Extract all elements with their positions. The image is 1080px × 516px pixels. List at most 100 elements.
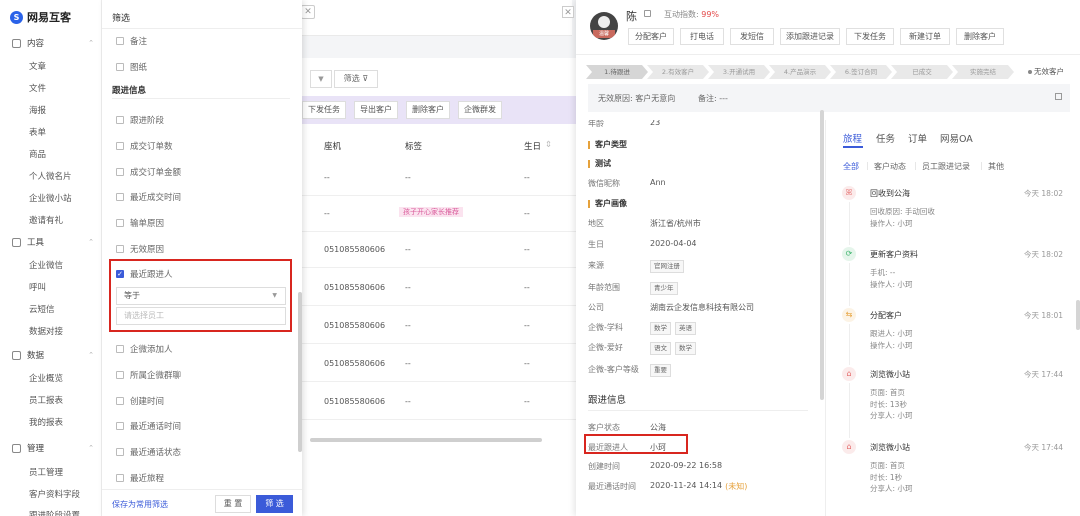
apply-filter-button[interactable]: 筛 选: [256, 495, 293, 513]
sidebar-item[interactable]: 企业概览: [29, 372, 63, 384]
info-value: 语文 数学: [650, 342, 700, 355]
tab-1[interactable]: 任务: [876, 131, 895, 145]
filter-option[interactable]: 输单原因: [116, 217, 164, 229]
sidebar-item[interactable]: 数据对接: [29, 325, 63, 337]
save-common-filter-link[interactable]: 保存为常用筛选: [112, 499, 168, 510]
highlight-box: [584, 434, 688, 454]
nav-group-0[interactable]: 内容 ⌃: [12, 37, 94, 49]
nav-group-3[interactable]: 管理 ⌃: [12, 442, 94, 454]
filter-option-label: 所属企微群聊: [130, 370, 182, 381]
bulk-action-button[interactable]: 企微群发: [458, 101, 502, 119]
sidebar-item[interactable]: 员工报表: [29, 394, 63, 406]
app-logo[interactable]: S 网易互客: [10, 9, 71, 25]
sidebar-item[interactable]: 我的报表: [29, 416, 63, 428]
tag-cell: --: [405, 359, 411, 368]
close-icon[interactable]: ✕: [301, 5, 315, 19]
nav-group-2[interactable]: 数据 ⌃: [12, 349, 94, 361]
sidebar-item[interactable]: 文章: [29, 60, 46, 72]
sort-icon[interactable]: ⇕: [545, 140, 552, 150]
detail-action-button[interactable]: 发短信: [730, 28, 774, 45]
filter-button[interactable]: 筛选 ⊽: [334, 70, 378, 88]
sidebar-item[interactable]: 企业微小站: [29, 192, 72, 204]
tag-cell: 孩子开心家长推荐: [399, 207, 463, 217]
vertical-scrollbar[interactable]: [820, 110, 824, 400]
activity-filter[interactable]: 客户动态: [874, 161, 906, 172]
filter-option[interactable]: 最近通话状态: [116, 446, 181, 458]
bulk-action-button[interactable]: 下发任务: [302, 101, 346, 119]
stage-step[interactable]: 1.待跟进: [586, 65, 648, 79]
filter-option[interactable]: 企微添加人: [116, 343, 173, 355]
filter-option[interactable]: 成交订单金额: [116, 166, 181, 178]
tag-chip: 数学: [650, 322, 671, 335]
detail-action-button[interactable]: 下发任务: [846, 28, 894, 45]
timeline-event-icon: ⇆: [842, 308, 856, 322]
sidebar-item[interactable]: 客户资料字段: [29, 488, 80, 500]
detail-action-button[interactable]: 新建订单: [900, 28, 950, 45]
bulk-action-button[interactable]: 删除客户: [406, 101, 450, 119]
sidebar-item[interactable]: 员工管理: [29, 466, 63, 478]
timeline-event-title: 浏览微小站: [870, 370, 910, 379]
detail-action-button[interactable]: 添加跟进记录: [780, 28, 840, 45]
info-value: 官网注册: [650, 260, 688, 273]
filter-option[interactable]: 最近成交时间: [116, 191, 181, 203]
timeline-event-title: 浏览微小站: [870, 443, 910, 452]
info-label: 公司: [588, 303, 604, 312]
column-header[interactable]: 座机: [324, 140, 341, 152]
tab-3[interactable]: 网易OA: [940, 131, 973, 145]
nav-group-label: 数据: [27, 351, 45, 361]
stage-step[interactable]: 实施完结: [952, 65, 1014, 79]
horizontal-scrollbar[interactable]: [310, 438, 542, 442]
vertical-scrollbar[interactable]: [298, 292, 302, 452]
info-value: 青少年: [650, 282, 682, 295]
sidebar-item[interactable]: 企业微信: [29, 259, 63, 271]
sidebar-item[interactable]: 云短信: [29, 303, 55, 315]
nav-group-1[interactable]: 工具 ⌃: [12, 236, 94, 248]
interaction-index-value: 99%: [701, 10, 720, 19]
sidebar-item[interactable]: 表单: [29, 126, 46, 138]
stage-step[interactable]: 2.有效客户: [647, 65, 709, 79]
filter-option[interactable]: 跟进阶段: [116, 114, 164, 126]
stage-step[interactable]: 4.产品演示: [769, 65, 831, 79]
activity-filter[interactable]: 员工跟进记录: [922, 161, 970, 172]
filter-option[interactable]: 备注: [116, 35, 147, 47]
info-row: 生日 2020-04-04: [588, 239, 697, 250]
tab-2[interactable]: 订单: [908, 131, 927, 145]
sidebar-item[interactable]: 呼叫: [29, 281, 46, 293]
sidebar-item[interactable]: 跟进阶段设置: [29, 509, 80, 516]
reset-button[interactable]: 重 置: [215, 495, 251, 513]
vertical-scrollbar[interactable]: [1076, 300, 1080, 330]
edit-icon[interactable]: [644, 10, 651, 17]
activity-filter[interactable]: 全部: [843, 161, 859, 172]
stage-step[interactable]: 3.开通试用: [708, 65, 770, 79]
filter-option[interactable]: 图纸: [116, 61, 147, 73]
detail-action-button[interactable]: 分配客户: [628, 28, 674, 45]
sidebar-item[interactable]: 个人微名片: [29, 170, 72, 182]
detail-action-button[interactable]: 打电话: [680, 28, 724, 45]
checkbox-icon: [116, 422, 124, 431]
chevron-up-icon: ⌃: [88, 238, 94, 246]
edit-icon[interactable]: [1055, 93, 1062, 100]
tab-0[interactable]: 旅程: [843, 131, 862, 145]
column-header[interactable]: 标签: [405, 140, 422, 152]
bulk-action-button[interactable]: 导出客户: [354, 101, 398, 119]
info-value: 23: [650, 120, 661, 127]
filter-option[interactable]: 创建时间: [116, 395, 164, 407]
view-dropdown[interactable]: ▼: [310, 70, 332, 88]
detail-action-button[interactable]: 删除客户: [956, 28, 1004, 45]
activity-filter[interactable]: 其他: [988, 161, 1004, 172]
sidebar-item[interactable]: 邀请有礼: [29, 214, 63, 226]
filter-option[interactable]: 所属企微群聊: [116, 369, 181, 381]
stage-step[interactable]: 已成交: [891, 65, 953, 79]
sidebar-item[interactable]: 海报: [29, 104, 46, 116]
stage-step[interactable]: 6.签订合同: [830, 65, 892, 79]
sidebar-item[interactable]: 商品: [29, 148, 46, 160]
filter-option[interactable]: 最近旅程: [116, 472, 164, 484]
filter-option[interactable]: 最近通话时间: [116, 420, 181, 432]
sidebar-item[interactable]: 文件: [29, 82, 46, 94]
filter-option-label: 成交订单金额: [130, 167, 182, 178]
filter-option[interactable]: 成交订单数: [116, 140, 173, 152]
filter-option[interactable]: 无效原因: [116, 243, 164, 255]
info-value: 公海: [650, 423, 666, 432]
column-header[interactable]: 生日: [524, 140, 541, 152]
close-icon[interactable]: ✕: [562, 6, 574, 18]
